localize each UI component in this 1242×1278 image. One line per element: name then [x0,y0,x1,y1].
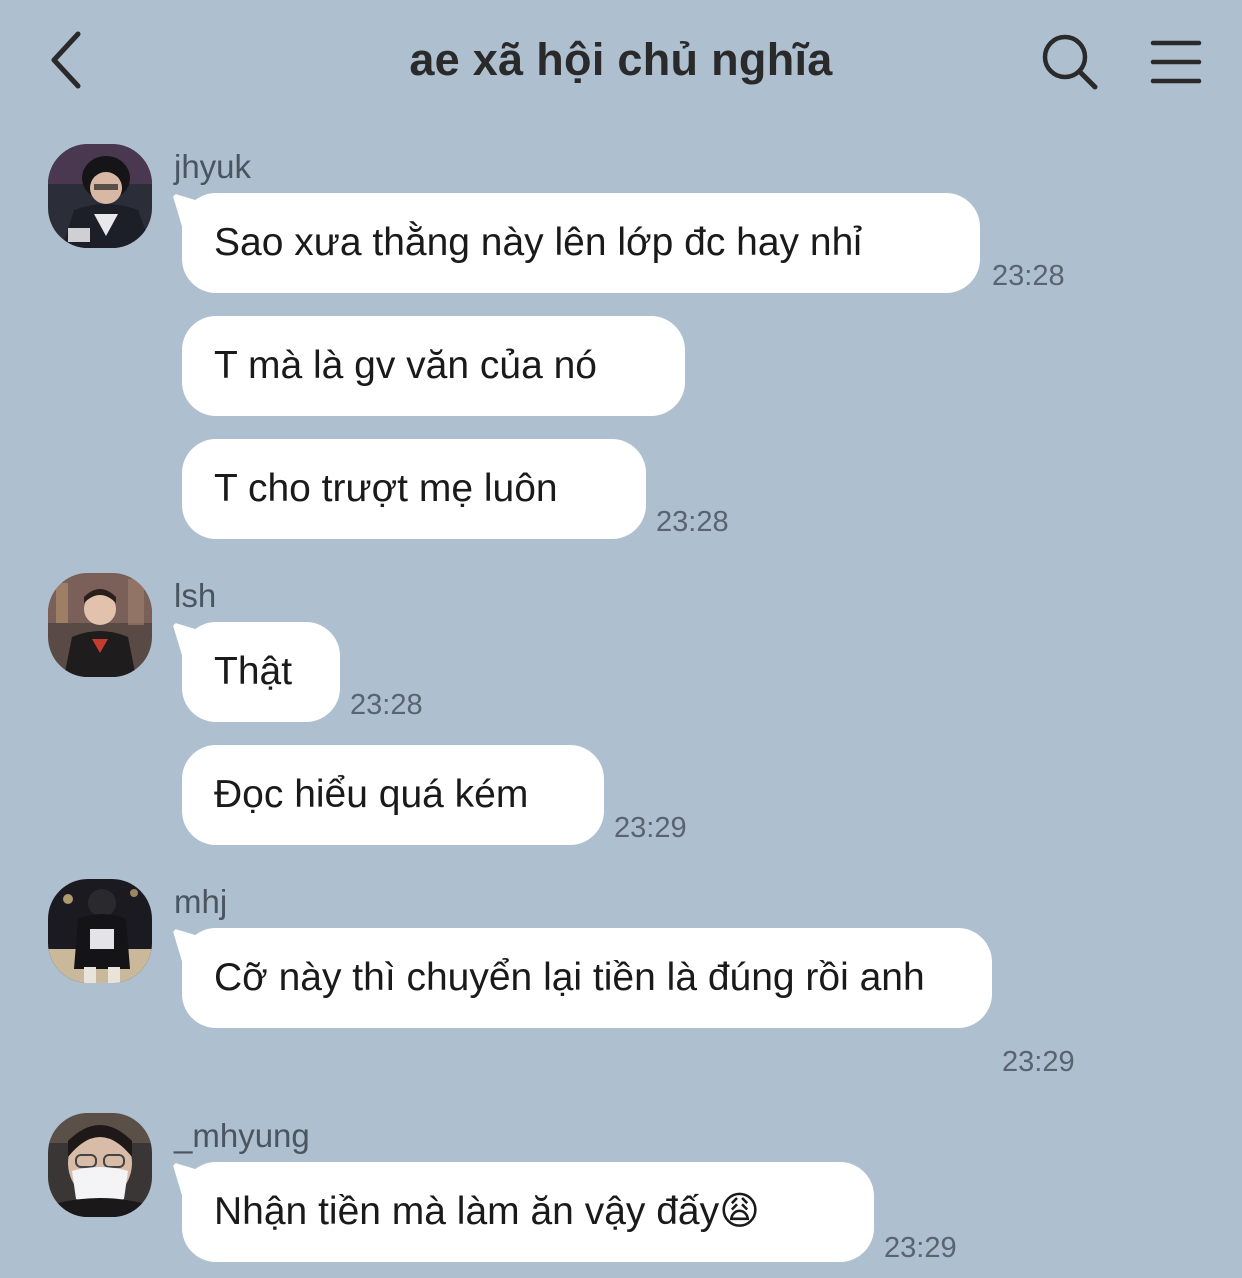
message-bubble[interactable]: Nhận tiền mà làm ăn vậy đấy😩 [182,1162,874,1262]
menu-button[interactable] [1142,30,1210,94]
sender-name: _mhyung [174,1117,310,1154]
avatar-photo [48,879,152,983]
avatar-photo [48,573,152,677]
message-time: 23:29 [614,812,687,844]
avatar-photo [48,144,152,248]
avatar-mhj[interactable] [48,879,152,983]
message-time: 23:29 [884,1232,957,1264]
message-time: 23:28 [992,260,1065,292]
message-time: 23:28 [350,689,423,721]
chat-screen: ae xã hội chủ nghĩa jhyuk Sao xưa thằng … [0,0,1242,1278]
sender-name: mhj [174,883,228,920]
hamburger-menu-icon [1150,40,1202,84]
sender-name: lsh [174,577,217,614]
message-bubble[interactable]: Đọc hiểu quá kém [182,745,604,845]
search-button[interactable] [1034,26,1106,98]
avatar-lsh[interactable] [48,573,152,677]
message-bubble[interactable]: T mà là gv văn của nó [182,316,685,416]
header-bar: ae xã hội chủ nghĩa [0,0,1242,124]
avatar-mhyung[interactable] [48,1113,152,1217]
sender-name: jhyuk [174,148,252,185]
message-time: 23:29 [1002,1046,1075,1078]
avatar-photo [48,1113,152,1217]
avatar-jhyuk[interactable] [48,144,152,248]
search-icon [1042,34,1098,90]
message-bubble[interactable]: T cho trượt mẹ luôn [182,439,646,539]
message-bubble[interactable]: Cỡ này thì chuyển lại tiền là đúng rồi a… [182,928,992,1028]
message-bubble[interactable]: Thật [182,622,340,722]
message-time: 23:28 [656,506,729,538]
message-bubble[interactable]: Sao xưa thằng này lên lớp đc hay nhỉ [182,193,980,293]
